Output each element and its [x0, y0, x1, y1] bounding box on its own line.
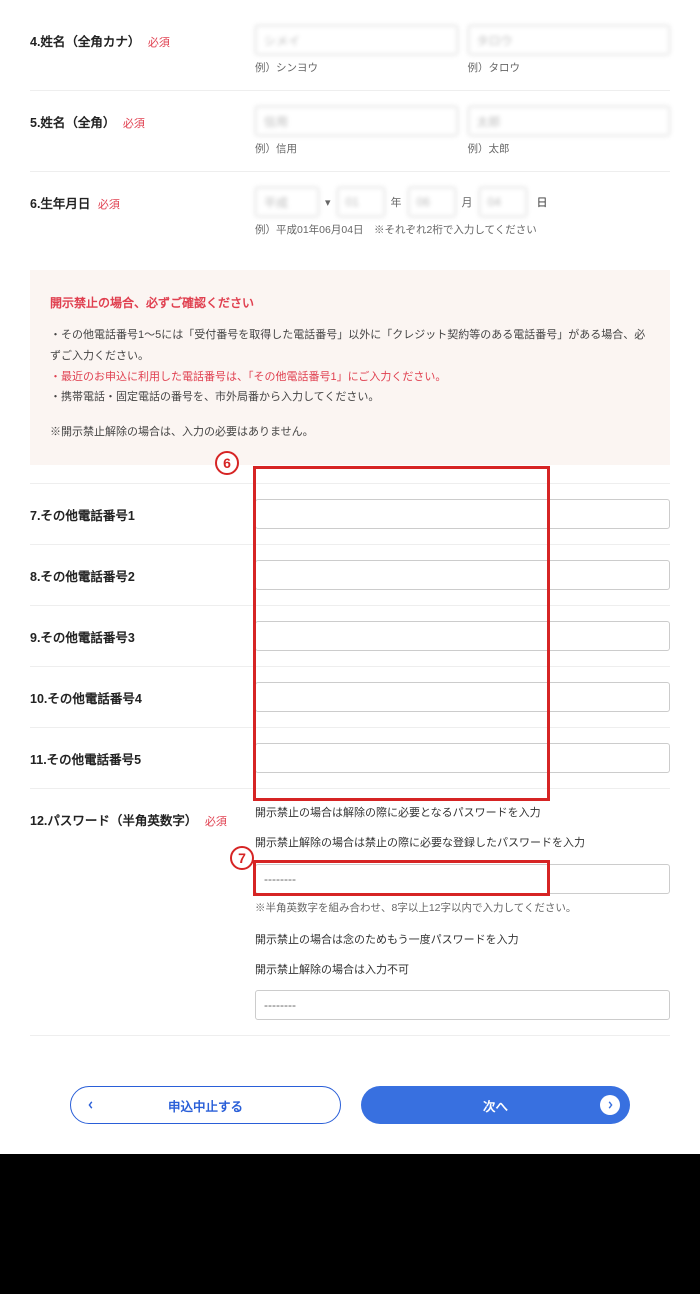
next-label: 次へ [483, 1096, 508, 1115]
sep: 月 [462, 194, 473, 210]
required-badge: 必須 [98, 199, 120, 211]
notice-line2: ・最近のお申込に利用した電話番号は、「その他電話番号1」にご入力ください。 [50, 367, 650, 388]
row-kana: 4.姓名（全角カナ） 必須 例）シンヨウ 例）タロウ [30, 10, 670, 90]
pw-desc1: 開示禁止の場合は解除の際に必要となるパスワードを入力 [255, 804, 670, 824]
field-name: 例）信用 例）太郎 [255, 106, 670, 156]
form-page: 4.姓名（全角カナ） 必須 例）シンヨウ 例）タロウ 5 [0, 0, 700, 1294]
phone5-input[interactable] [255, 743, 670, 773]
label-dob: 6.生年月日 必須 [30, 187, 255, 212]
label-text: 5.姓名（全角） [30, 116, 115, 130]
dob-month-input[interactable] [408, 187, 456, 217]
pw-hint: ※半角英数字を組み合わせ、8字以上12字以内で入力してください。 [255, 900, 670, 915]
kana-last-input[interactable] [255, 25, 458, 55]
hint-name-first: 例）太郎 [468, 141, 671, 156]
required-badge: 必須 [148, 37, 170, 49]
notice-line4: ※開示禁止解除の場合は、入力の必要はありません。 [50, 422, 650, 443]
phone2-input[interactable] [255, 560, 670, 590]
black-footer [0, 1154, 700, 1294]
notice-line3: ・携帯電話・固定電話の番号を、市外局番から入力してください。 [50, 387, 650, 408]
label-kana: 4.姓名（全角カナ） 必須 [30, 25, 255, 50]
required-badge: 必須 [205, 816, 227, 828]
label-password: 12.パスワード（半角英数字） 必須 [30, 804, 255, 829]
label-phone5: 11.その他電話番号5 [30, 743, 255, 768]
field-kana: 例）シンヨウ 例）タロウ [255, 25, 670, 75]
row-phone1: 7.その他電話番号1 [30, 483, 670, 544]
sep: 年 [391, 194, 402, 210]
phone1-input[interactable] [255, 499, 670, 529]
row-password: 12.パスワード（半角英数字） 必須 開示禁止の場合は解除の際に必要となるパスワ… [30, 788, 670, 1036]
name-first-input[interactable] [468, 106, 671, 136]
cancel-button[interactable]: 申込中止する [70, 1086, 341, 1124]
form-content: 4.姓名（全角カナ） 必須 例）シンヨウ 例）タロウ 5 [0, 0, 700, 1066]
row-phone2: 8.その他電話番号2 [30, 544, 670, 605]
dob-day-input[interactable] [479, 187, 527, 217]
kana-first-input[interactable] [468, 25, 671, 55]
dob-day-unit: 日 [537, 194, 548, 210]
dob-era-select[interactable] [255, 187, 319, 217]
pw-desc3: 開示禁止の場合は念のためもう一度パスワードを入力 [255, 931, 670, 951]
notice-box: 開示禁止の場合、必ずご確認ください ・その他電話番号1～5には「受付番号を取得し… [30, 270, 670, 465]
hint-kana-first: 例）タロウ [468, 60, 671, 75]
field-dob: ▾ 年 月 日 例）平成01年06月04日 ※それぞれ2桁で入力してください [255, 187, 670, 237]
phone-section: 7.その他電話番号1 8.その他電話番号2 9.その他電話番号3 10.その他電… [30, 483, 670, 788]
cancel-label: 申込中止する [168, 1096, 243, 1115]
phone4-input[interactable] [255, 682, 670, 712]
row-phone3: 9.その他電話番号3 [30, 605, 670, 666]
name-last-input[interactable] [255, 106, 458, 136]
label-name: 5.姓名（全角） 必須 [30, 106, 255, 131]
phone3-input[interactable] [255, 621, 670, 651]
label-text: 4.姓名（全角カナ） [30, 35, 140, 49]
label-phone1: 7.その他電話番号1 [30, 499, 255, 524]
password-confirm-input[interactable] [255, 990, 670, 1020]
row-phone4: 10.その他電話番号4 [30, 666, 670, 727]
pw-desc4: 開示禁止解除の場合は入力不可 [255, 961, 670, 981]
label-phone3: 9.その他電話番号3 [30, 621, 255, 646]
field-password: 開示禁止の場合は解除の際に必要となるパスワードを入力 開示禁止解除の場合は禁止の… [255, 804, 670, 1020]
row-dob: 6.生年月日 必須 ▾ 年 月 日 例）平成01年06月04日 ※それぞれ2桁で… [30, 171, 670, 252]
row-name: 5.姓名（全角） 必須 例）信用 例）太郎 [30, 90, 670, 171]
hint-name-last: 例）信用 [255, 141, 458, 156]
chevron-left-icon [81, 1095, 101, 1115]
notice-title: 開示禁止の場合、必ずご確認ください [50, 292, 650, 315]
required-badge: 必須 [123, 118, 145, 130]
label-text: 6.生年月日 [30, 197, 90, 211]
dob-year-input[interactable] [337, 187, 385, 217]
sep: ▾ [325, 196, 331, 209]
hint-kana-last: 例）シンヨウ [255, 60, 458, 75]
hint-dob: 例）平成01年06月04日 ※それぞれ2桁で入力してください [255, 222, 670, 237]
password-input[interactable] [255, 864, 670, 894]
pw-desc2: 開示禁止解除の場合は禁止の際に必要な登録したパスワードを入力 [255, 834, 670, 854]
next-button[interactable]: 次へ [361, 1086, 630, 1124]
button-row: 申込中止する 次へ [0, 1066, 700, 1154]
label-text: 12.パスワード（半角英数字） [30, 814, 197, 828]
notice-line1: ・その他電話番号1～5には「受付番号を取得した電話番号」以外に「クレジット契約等… [50, 325, 650, 367]
label-phone4: 10.その他電話番号4 [30, 682, 255, 707]
chevron-right-icon [600, 1095, 620, 1115]
row-phone5: 11.その他電話番号5 [30, 727, 670, 788]
label-phone2: 8.その他電話番号2 [30, 560, 255, 585]
